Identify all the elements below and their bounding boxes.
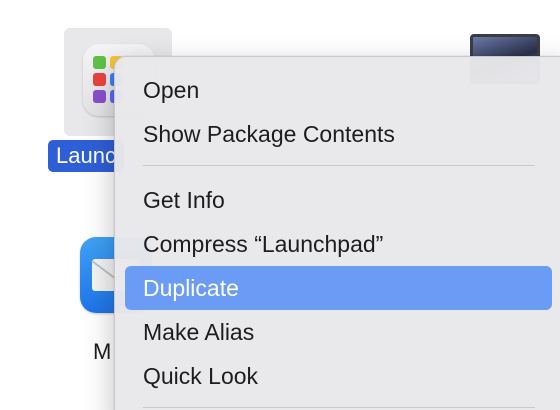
menu-item-open[interactable]: Open (125, 68, 552, 112)
finder-window: Launc M Open Show Package Contents Get I… (0, 0, 560, 410)
menu-separator (143, 165, 535, 166)
launchpad-dot (93, 73, 106, 86)
menu-item-compress[interactable]: Compress “Launchpad” (125, 222, 552, 266)
mail-item-label[interactable]: M (93, 339, 111, 365)
menu-item-duplicate[interactable]: Duplicate (125, 266, 552, 310)
menu-separator (143, 407, 535, 408)
menu-item-get-info[interactable]: Get Info (125, 178, 552, 222)
menu-item-quick-look[interactable]: Quick Look (125, 354, 552, 398)
selected-item-label[interactable]: Launc (48, 140, 124, 172)
menu-item-show-package-contents[interactable]: Show Package Contents (125, 112, 552, 156)
launchpad-dot (93, 56, 106, 69)
menu-item-make-alias[interactable]: Make Alias (125, 310, 552, 354)
launchpad-dot (93, 90, 106, 103)
context-menu: Open Show Package Contents Get Info Comp… (114, 56, 560, 410)
